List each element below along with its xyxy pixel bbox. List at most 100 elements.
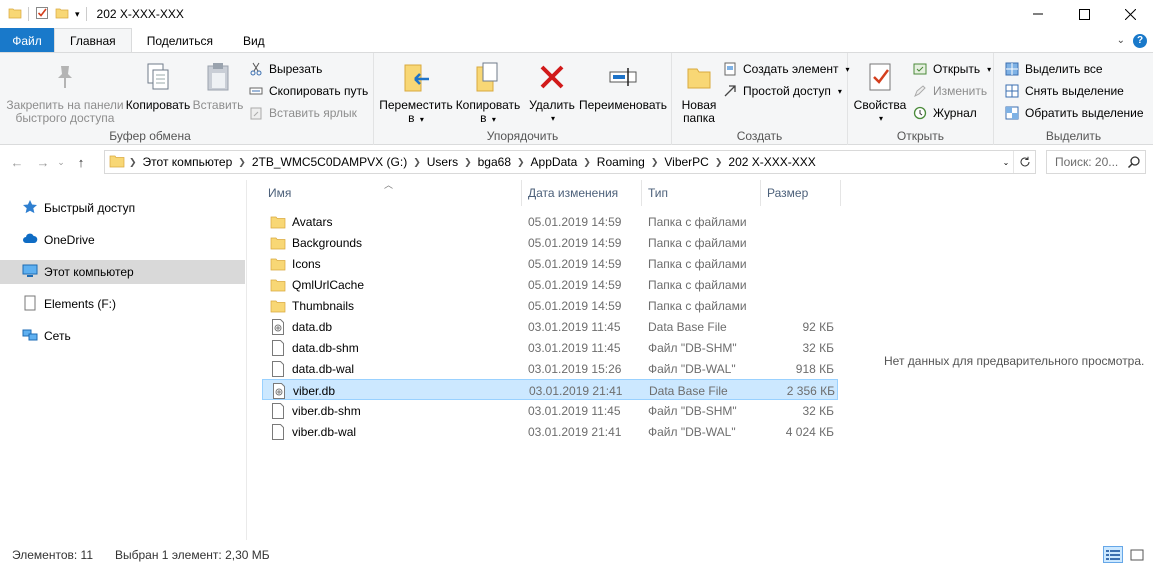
file-icon — [270, 360, 286, 377]
search-input[interactable]: Поиск: 20... — [1046, 150, 1146, 174]
file-row[interactable]: viber.db 03.01.2019 21:41 Data Base File 2 … — [262, 379, 838, 400]
copy-to-button[interactable]: Копировать в ▾ — [452, 59, 524, 126]
recent-locations-chevron-icon[interactable]: ⌄ — [54, 151, 68, 173]
breadcrumb-roaming[interactable]: Roaming — [591, 155, 651, 169]
column-header-name[interactable]: ︿ Имя — [262, 180, 522, 206]
file-row[interactable]: viber.db-wal 03.01.2019 21:41 Файл "DB-WAL… — [262, 421, 838, 442]
breadcrumb-viberpc[interactable]: ViberPC — [658, 155, 714, 169]
nav-item-this-pc[interactable]: Этот компьютер — [0, 260, 245, 284]
close-icon[interactable] — [1107, 0, 1153, 28]
drive-icon — [22, 295, 38, 314]
copy-path-button[interactable]: Скопировать путь — [248, 82, 368, 100]
tab-view[interactable]: Вид — [228, 28, 280, 53]
group-label-clipboard: Буфер обмена — [109, 129, 191, 143]
cut-button[interactable]: Вырезать — [248, 60, 322, 78]
column-header-type[interactable]: Тип — [642, 180, 761, 206]
copy-button[interactable]: Копировать — [126, 59, 190, 112]
quick-access-toolbar: ▾ — [0, 6, 87, 23]
history-button[interactable]: Журнал — [912, 104, 977, 122]
paste-button[interactable]: Вставить — [192, 59, 244, 112]
tab-share[interactable]: Поделиться — [132, 28, 228, 53]
file-date: 03.01.2019 11:45 — [528, 403, 621, 418]
pin-quick-access-button[interactable]: Закрепить на панели быстрого доступа — [6, 59, 124, 125]
edit-button[interactable]: Изменить — [912, 82, 987, 100]
file-size: 92 КБ — [802, 319, 834, 334]
breadcrumb-this-pc[interactable]: Этот компьютер — [137, 155, 239, 169]
folder-icon — [270, 299, 286, 313]
breadcrumb-users[interactable]: Users — [421, 155, 464, 169]
file-row[interactable]: data.db-shm 03.01.2019 11:45 Файл "DB-SHM"… — [262, 337, 838, 358]
file-row[interactable]: data.db 03.01.2019 11:45 Data Base File 92 … — [262, 316, 838, 337]
details-view-icon[interactable] — [1103, 546, 1123, 563]
file-row[interactable]: Icons 05.01.2019 14:59 Папка с файлами — [262, 253, 838, 274]
breadcrumb-separator-icon[interactable]: ❯ — [715, 157, 723, 168]
easy-access-button[interactable]: Простой доступ ▾ — [722, 82, 842, 100]
up-arrow-icon[interactable]: ↑ — [70, 151, 92, 173]
minimize-icon[interactable] — [1015, 0, 1061, 28]
invert-selection-button[interactable]: Обратить выделение — [1004, 104, 1144, 122]
item-count: Элементов: 11 — [12, 547, 93, 562]
move-to-button[interactable]: Переместить в ▾ — [379, 59, 453, 126]
refresh-icon[interactable] — [1013, 151, 1035, 173]
file-row[interactable]: Thumbnails 05.01.2019 14:59 Папка с файлам… — [262, 295, 838, 316]
breadcrumb-separator-icon[interactable]: ❯ — [517, 157, 525, 168]
file-name: viber.db-wal — [292, 424, 357, 439]
breadcrumb-current[interactable]: 202 X-XXX-XXX — [722, 155, 821, 169]
tab-file[interactable]: Файл — [0, 28, 54, 53]
file-row[interactable]: Avatars 05.01.2019 14:59 Папка с файлами — [262, 211, 838, 232]
delete-button[interactable]: Удалить ▾ — [526, 59, 578, 125]
breadcrumb-separator-icon[interactable]: ❯ — [651, 157, 659, 168]
new-folder-icon[interactable] — [55, 6, 69, 23]
chevron-down-icon: ▾ — [987, 64, 992, 74]
rename-button[interactable]: Переименовать — [578, 59, 668, 112]
chevron-down-icon: ▾ — [550, 114, 555, 123]
tab-home[interactable]: Главная — [54, 28, 132, 53]
file-type: Data Base File — [648, 319, 727, 334]
folder-icon[interactable] — [8, 6, 22, 23]
breadcrumb-separator-icon[interactable]: ❯ — [129, 157, 137, 168]
nav-item-quick-access[interactable]: Быстрый доступ — [0, 196, 245, 220]
address-bar[interactable]: ❯ Этот компьютер ❯ 2TB_WMC5C0DAMPVX (G:)… — [104, 150, 1036, 174]
file-row[interactable]: Backgrounds 05.01.2019 14:59 Папка с файла… — [262, 232, 838, 253]
nav-item-elements-drive[interactable]: Elements (F:) — [0, 292, 245, 316]
new-folder-button[interactable]: Новая папка — [676, 59, 722, 125]
open-button[interactable]: Открыть ▾ — [912, 60, 991, 78]
folder-icon — [109, 154, 125, 171]
file-name: Thumbnails — [292, 298, 355, 313]
folder-icon — [270, 278, 286, 292]
paste-shortcut-button[interactable]: Вставить ярлык — [248, 104, 357, 122]
breadcrumb-appdata[interactable]: AppData — [525, 155, 584, 169]
select-all-button[interactable]: Выделить все — [1004, 60, 1103, 78]
customize-dropdown-icon[interactable]: ▾ — [75, 9, 80, 20]
star-icon — [22, 199, 38, 218]
column-header-date[interactable]: Дата изменения — [522, 180, 642, 206]
properties-check-icon[interactable] — [35, 6, 49, 23]
maximize-icon[interactable] — [1061, 0, 1107, 28]
file-row[interactable]: data.db-wal 03.01.2019 15:26 Файл "DB-WAL"… — [262, 358, 838, 379]
expand-ribbon-icon[interactable]: ⌄ — [1117, 35, 1125, 46]
file-date: 05.01.2019 14:59 — [528, 214, 622, 229]
breadcrumb-separator-icon[interactable]: ❯ — [583, 157, 591, 168]
large-icons-view-icon[interactable] — [1127, 546, 1147, 563]
network-icon — [22, 327, 38, 346]
breadcrumb-separator-icon[interactable]: ❯ — [464, 157, 472, 168]
help-icon[interactable]: ? — [1133, 33, 1147, 48]
new-item-button[interactable]: Создать элемент ▾ — [722, 60, 850, 78]
file-row[interactable]: viber.db-shm 03.01.2019 11:45 Файл "DB-SHM… — [262, 400, 838, 421]
column-header-size[interactable]: Размер — [761, 180, 841, 206]
breadcrumb-separator-icon[interactable]: ❯ — [413, 157, 421, 168]
file-row[interactable]: QmlUrlCache 05.01.2019 14:59 Папка с файла… — [262, 274, 838, 295]
breadcrumb-bga68[interactable]: bga68 — [472, 155, 517, 169]
group-label-select: Выделить — [1045, 129, 1102, 143]
address-dropdown-chevron-icon[interactable]: ⌄ — [999, 151, 1013, 173]
properties-button[interactable]: Свойства ▾ — [854, 59, 906, 125]
breadcrumb-drive[interactable]: 2TB_WMC5C0DAMPVX (G:) — [246, 155, 413, 169]
nav-item-onedrive[interactable]: OneDrive — [0, 228, 245, 252]
breadcrumb-separator-icon[interactable]: ❯ — [238, 157, 246, 168]
select-none-button[interactable]: Снять выделение — [1004, 82, 1124, 100]
forward-arrow-icon[interactable]: → — [32, 151, 54, 173]
file-size: 32 КБ — [802, 403, 834, 418]
nav-item-network[interactable]: Сеть — [0, 324, 245, 348]
status-bar: Элементов: 11 Выбран 1 элемент: 2,30 МБ — [0, 544, 1153, 565]
back-arrow-icon[interactable]: ← — [6, 151, 28, 173]
